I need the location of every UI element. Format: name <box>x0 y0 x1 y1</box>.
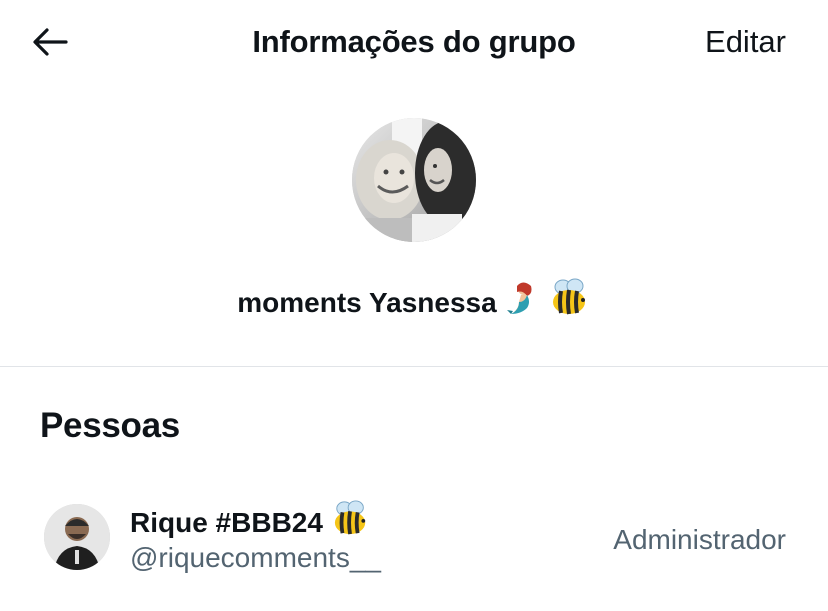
group-name: moments Yasnessa <box>0 278 828 323</box>
mermaid-emoji-icon <box>505 280 541 323</box>
member-role-badge: Administrador <box>613 524 786 555</box>
page-title: Informações do grupo <box>252 24 576 59</box>
group-name-text: moments Yasnessa <box>237 287 497 318</box>
edit-button[interactable]: Editar <box>705 24 786 60</box>
section-divider <box>0 366 828 367</box>
group-photo <box>352 118 476 242</box>
top-bar: Informações do grupo Editar <box>0 0 828 86</box>
bee-emoji-icon <box>549 278 591 323</box>
member-row[interactable]: Rique #BBB24 @riquecomments__ Administra… <box>0 490 828 590</box>
people-section-title: Pessoas <box>40 406 180 445</box>
member-photo <box>44 504 110 570</box>
avatar[interactable] <box>44 504 110 570</box>
member-name: Rique #BBB24 <box>130 500 371 543</box>
member-handle: @riquecomments__ <box>130 542 381 573</box>
member-name-text: Rique #BBB24 <box>130 507 323 538</box>
group-avatar[interactable] <box>352 118 476 242</box>
bee-emoji-icon <box>331 500 371 543</box>
